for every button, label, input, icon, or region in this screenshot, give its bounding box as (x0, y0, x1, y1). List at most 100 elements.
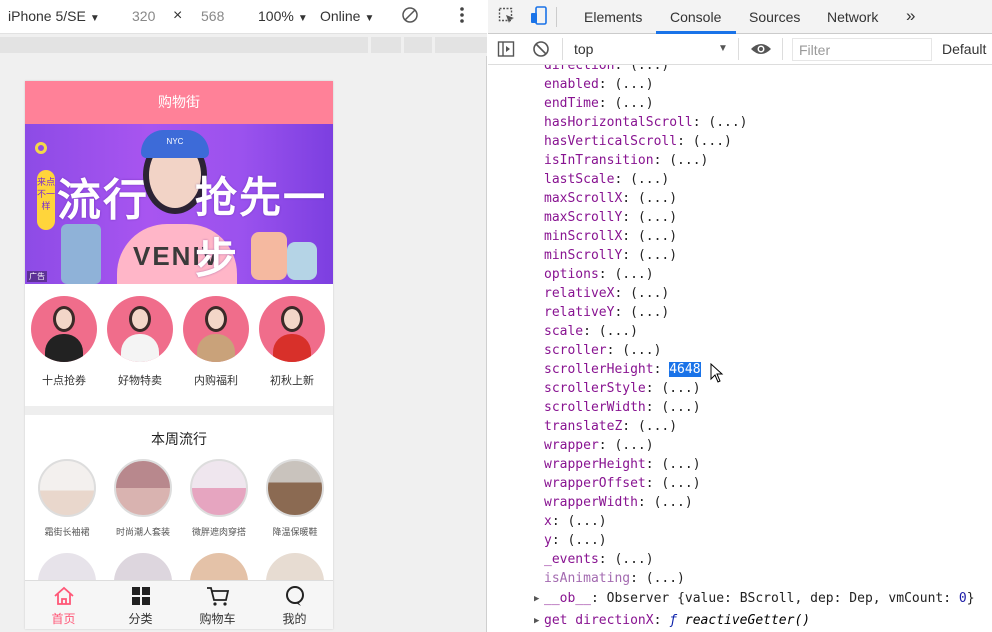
more-options-icon[interactable] (459, 6, 465, 27)
property-key: isInTransition (544, 153, 654, 168)
property-line[interactable]: relativeX: (...) (544, 284, 669, 303)
getter-line[interactable]: get directionX: ƒ reactiveGetter() (544, 611, 810, 630)
category-item[interactable]: 十点抢券 (29, 296, 99, 388)
more-tabs-icon[interactable]: » (906, 6, 915, 26)
console-toolbar: top ▼ Filter Default (488, 34, 992, 65)
property-line[interactable]: relativeY: (...) (544, 303, 669, 322)
property-line[interactable]: scrollerWidth: (...) (544, 398, 701, 417)
property-line[interactable]: minScrollY: (...) (544, 246, 677, 265)
selected-property-value[interactable]: 4648 (669, 362, 701, 377)
property-line[interactable]: direction: (...) (544, 65, 669, 75)
property-key: isAnimating (544, 571, 631, 586)
property-value: (...) (630, 65, 670, 73)
height-input[interactable]: 568 (201, 8, 224, 24)
times-sign: × (173, 7, 183, 24)
log-levels-select[interactable]: Default (942, 41, 986, 57)
property-line[interactable]: hasVerticalScroll: (...) (544, 132, 732, 151)
banner-carousel[interactable]: 来点不一样 流行 NYC VENIV 抢先一步 广告 (25, 124, 333, 284)
property-line[interactable]: minScrollX: (...) (544, 227, 677, 246)
context-select[interactable]: top (574, 41, 593, 57)
dropdown-arrow-icon: ▼ (297, 13, 308, 24)
property-key: wrapperOffset (544, 476, 646, 491)
property-line[interactable]: wrapper: (...) (544, 436, 654, 455)
tab-network[interactable]: Network (827, 9, 878, 25)
category-item[interactable]: 初秋上新 (257, 296, 327, 388)
property-line[interactable]: x: (...) (544, 512, 607, 531)
tab-elements[interactable]: Elements (584, 9, 642, 25)
weekly-item[interactable]: 降温保暖鞋 (259, 459, 331, 538)
category-item[interactable]: 好物特卖 (105, 296, 175, 388)
category-label: 十点抢券 (42, 375, 86, 387)
property-line[interactable]: wrapperOffset: (...) (544, 474, 701, 493)
filter-input[interactable]: Filter (792, 38, 932, 61)
sidebar-toggle-icon[interactable] (497, 40, 515, 61)
property-key: endTime (544, 96, 599, 111)
ad-label: 广告 (27, 271, 47, 282)
property-line[interactable]: wrapperHeight: (...) (544, 455, 701, 474)
property-line[interactable]: options: (...) (544, 265, 654, 284)
property-line[interactable]: _events: (...) (544, 550, 654, 569)
property-value: (...) (622, 343, 662, 358)
tab-console[interactable]: Console (670, 9, 721, 25)
property-line[interactable]: wrapperWidth: (...) (544, 493, 693, 512)
property-line[interactable]: enabled: (...) (544, 75, 654, 94)
tab-label: 购物车 (199, 612, 236, 626)
property-key: y (544, 533, 552, 548)
media-query-segment[interactable] (404, 37, 432, 53)
weekly-item[interactable]: 微胖遮肉穿搭 (183, 459, 255, 538)
property-value: (...) (637, 210, 678, 225)
banner-tag: 来点不一样 (37, 170, 55, 230)
media-query-segment[interactable] (0, 37, 368, 53)
category-image (259, 296, 325, 362)
tab-category[interactable]: 分类 (102, 584, 179, 627)
console-output: direction: (...) enabled: (...) endTime:… (488, 65, 992, 632)
eye-icon[interactable] (750, 41, 772, 60)
tab-cart[interactable]: 购物车 (179, 584, 256, 627)
nav-bar-title: 购物街 (25, 81, 333, 124)
banner-jacket-image (61, 224, 101, 284)
tab-profile[interactable]: 我的 (256, 584, 333, 627)
media-query-segment[interactable] (435, 37, 487, 53)
property-line[interactable]: scroller: (...) (544, 341, 661, 360)
media-query-bar (0, 34, 487, 56)
clear-console-icon[interactable] (532, 40, 550, 61)
property-key: maxScrollX (544, 191, 623, 206)
property-line[interactable]: lastScale: (...) (544, 170, 669, 189)
weekly-image (114, 459, 172, 517)
banner-headline-left: 流行 (57, 175, 149, 226)
weekly-item[interactable]: 时尚潮人套装 (107, 459, 179, 538)
banner-bag-image (287, 242, 317, 280)
width-input[interactable]: 320 (132, 8, 155, 24)
media-query-segment[interactable] (371, 37, 401, 53)
property-value: (...) (661, 476, 701, 491)
property-line[interactable]: endTime: (...) (544, 94, 654, 113)
property-line[interactable]: hasHorizontalScroll: (...) (544, 113, 748, 132)
property-line[interactable]: translateZ: (...) (544, 417, 677, 436)
weekly-item[interactable]: 霜街长袖裙 (31, 459, 103, 538)
section-divider (25, 406, 333, 415)
grid-icon (102, 584, 179, 608)
property-line[interactable]: maxScrollY: (...) (544, 208, 677, 227)
observer-line[interactable]: __ob__: Observer {value: BScroll, dep: D… (544, 589, 975, 608)
expand-arrow-icon[interactable]: ▶ (534, 594, 539, 604)
banner-bag-image (251, 232, 287, 280)
expand-arrow-icon[interactable]: ▶ (534, 616, 539, 626)
tab-sources[interactable]: Sources (749, 9, 800, 25)
property-line[interactable]: scrollerStyle: (...) (544, 379, 701, 398)
tab-home[interactable]: 首页 (25, 584, 102, 627)
property-line[interactable]: isAnimating: (...) (544, 569, 685, 588)
device-toolbar-toggle-icon[interactable] (530, 6, 548, 29)
property-line[interactable]: y: (...) (544, 531, 607, 550)
inspect-element-icon[interactable] (498, 7, 516, 28)
property-line[interactable]: scrollerHeight: 4648 (544, 360, 701, 379)
category-item[interactable]: 内购福利 (181, 296, 251, 388)
property-key: hasVerticalScroll (544, 134, 678, 149)
property-line[interactable]: scale: (...) (544, 322, 638, 341)
network-select[interactable]: Online ▼ (320, 8, 374, 24)
property-line[interactable]: maxScrollX: (...) (544, 189, 677, 208)
zoom-select[interactable]: 100% ▼ (258, 8, 308, 24)
property-line[interactable]: isInTransition: (...) (544, 151, 708, 170)
rotate-icon[interactable] (401, 6, 419, 27)
tab-label: 首页 (51, 612, 76, 626)
device-select[interactable]: iPhone 5/SE ▼ (8, 8, 100, 24)
